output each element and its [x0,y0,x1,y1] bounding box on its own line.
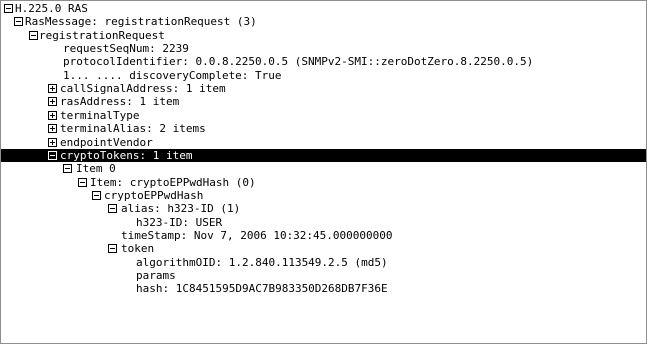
tree-row-label: terminalType [60,108,140,122]
tree-row[interactable]: hash: 1C8451595D9AC7B983350D268DB7F36E [1,282,646,295]
tree-row-label: cryptoEPPwdHash [104,188,204,202]
tree-row[interactable]: 1... .... discoveryComplete: True [1,69,646,82]
tree-row-label: cryptoTokens: 1 item [60,148,193,162]
tree-row-label: protocolIdentifier: 0.0.8.2250.0.5 (SNMP… [63,55,534,69]
tree-row-label: alias: h323-ID (1) [121,202,241,216]
expand-icon[interactable] [48,110,57,120]
tree-row[interactable]: H.225.0 RAS [1,2,646,15]
tree-row-label: registrationRequest [39,28,165,42]
tree-row[interactable]: h323-ID: USER [1,216,646,229]
expand-icon[interactable] [48,124,57,134]
collapse-icon[interactable] [14,17,23,27]
tree-row-label: hash: 1C8451595D9AC7B983350D268DB7F36E [136,282,388,296]
tree-row[interactable]: token [1,242,646,255]
collapse-icon[interactable] [108,244,117,254]
tree-row-label: callSignalAddress: 1 item [60,82,226,96]
collapse-icon[interactable] [48,150,57,160]
tree-row-label: requestSeqNum: 2239 [63,42,189,56]
tree-row-label: Item 0 [76,162,116,176]
collapse-icon[interactable] [63,164,72,174]
collapse-icon[interactable] [78,177,87,187]
tree-row[interactable]: Item: cryptoEPPwdHash (0) [1,176,646,189]
tree-row[interactable]: params [1,269,646,282]
tree-row[interactable]: algorithmOID: 1.2.840.113549.2.5 (md5) [1,256,646,269]
tree-row-label: 1... .... discoveryComplete: True [63,68,282,82]
collapse-icon[interactable] [108,204,117,214]
tree-row-label: H.225.0 RAS [15,2,88,15]
tree-row-label: Item: cryptoEPPwdHash (0) [90,175,256,189]
collapse-icon[interactable] [4,4,13,13]
tree-row[interactable]: cryptoTokens: 1 item [1,148,646,162]
expand-icon[interactable] [48,84,57,94]
tree-row[interactable]: callSignalAddress: 1 item [1,82,646,95]
tree-row[interactable]: Item 0 [1,162,646,175]
tree-row-label: rasAddress: 1 item [60,95,180,109]
tree-row[interactable]: cryptoEPPwdHash [1,189,646,202]
tree-row-label: h323-ID: USER [136,215,223,229]
tree-row[interactable]: terminalType [1,109,646,122]
tree-row-label: params [136,269,176,282]
tree-row-label: token [121,242,155,256]
tree-row[interactable]: rasAddress: 1 item [1,95,646,108]
tree-row[interactable]: registrationRequest [1,29,646,42]
expand-icon[interactable] [48,137,57,147]
tree-row[interactable]: alias: h323-ID (1) [1,202,646,215]
tree-row-label: RasMessage: registrationRequest (3) [25,15,257,29]
tree-row[interactable]: timeStamp: Nov 7, 2006 10:32:45.00000000… [1,229,646,242]
tree-row[interactable]: terminalAlias: 2 items [1,122,646,135]
tree-row[interactable]: RasMessage: registrationRequest (3) [1,15,646,28]
tree-row-label: terminalAlias: 2 items [60,122,206,136]
packet-details-tree[interactable]: H.225.0 RAS RasMessage: registrationReque… [0,0,647,344]
collapse-icon[interactable] [29,30,38,40]
tree-row-label: timeStamp: Nov 7, 2006 10:32:45.00000000… [121,228,393,242]
tree-row-label: endpointVendor [60,135,153,149]
tree-row[interactable]: protocolIdentifier: 0.0.8.2250.0.5 (SNMP… [1,55,646,68]
tree-row-label: algorithmOID: 1.2.840.113549.2.5 (md5) [136,255,388,269]
tree-row[interactable]: requestSeqNum: 2239 [1,42,646,55]
expand-icon[interactable] [48,97,57,107]
collapse-icon[interactable] [92,190,101,200]
tree-row[interactable]: endpointVendor [1,136,646,149]
